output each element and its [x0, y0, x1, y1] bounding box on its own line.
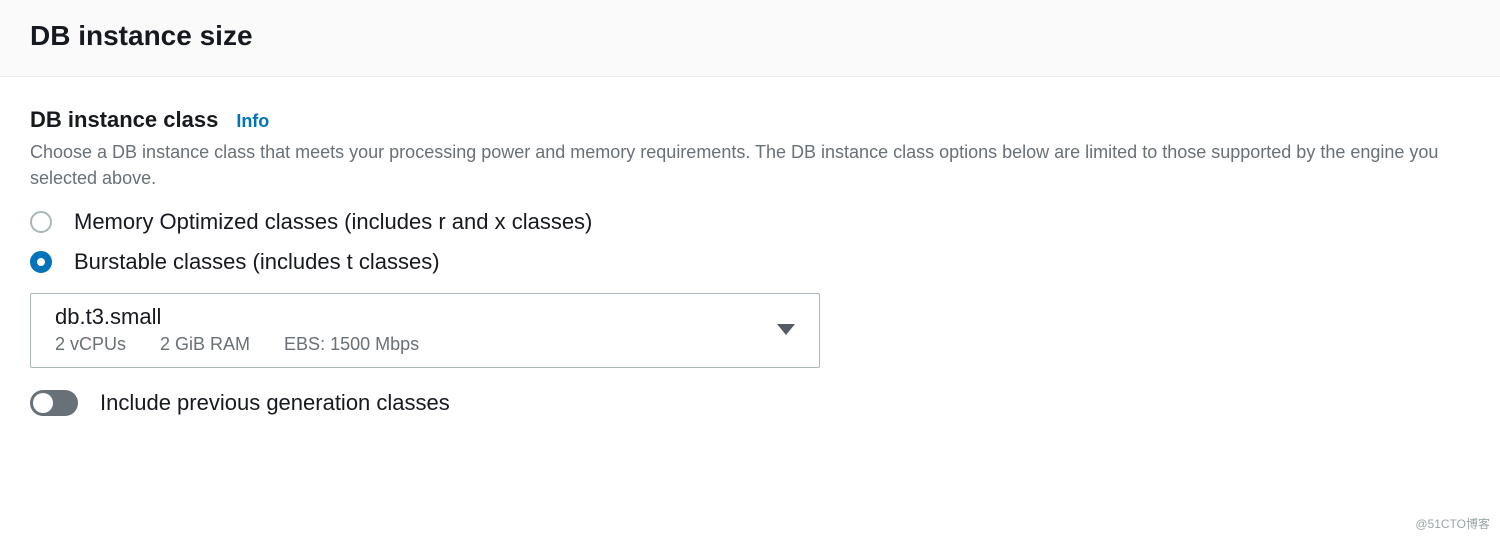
radio-icon-selected	[30, 251, 52, 273]
instance-class-label: DB instance class	[30, 107, 218, 133]
radio-label-burstable: Burstable classes (includes t classes)	[74, 249, 440, 275]
radio-label-memory-optimized: Memory Optimized classes (includes r and…	[74, 209, 592, 235]
previous-gen-toggle[interactable]	[30, 390, 78, 416]
toggle-knob-icon	[33, 393, 53, 413]
radio-icon	[30, 211, 52, 233]
instance-class-description: Choose a DB instance class that meets yo…	[30, 139, 1450, 191]
caret-down-icon	[777, 324, 795, 335]
panel-body: DB instance class Info Choose a DB insta…	[0, 77, 1500, 446]
select-vcpus: 2 vCPUs	[55, 334, 126, 355]
panel-header: DB instance size	[0, 0, 1500, 77]
select-value: db.t3.small	[55, 304, 419, 330]
info-link[interactable]: Info	[236, 111, 269, 132]
select-content: db.t3.small 2 vCPUs 2 GiB RAM EBS: 1500 …	[55, 304, 419, 355]
radio-memory-optimized[interactable]: Memory Optimized classes (includes r and…	[30, 209, 1470, 235]
select-details: 2 vCPUs 2 GiB RAM EBS: 1500 Mbps	[55, 334, 419, 355]
instance-class-label-row: DB instance class Info	[30, 107, 1470, 133]
panel-title: DB instance size	[30, 20, 1470, 52]
select-ram: 2 GiB RAM	[160, 334, 250, 355]
previous-gen-toggle-row: Include previous generation classes	[30, 390, 1470, 416]
radio-burstable[interactable]: Burstable classes (includes t classes)	[30, 249, 1470, 275]
watermark: @51CTO博客	[1415, 515, 1490, 532]
select-ebs: EBS: 1500 Mbps	[284, 334, 419, 355]
previous-gen-toggle-label: Include previous generation classes	[100, 390, 450, 416]
instance-class-select[interactable]: db.t3.small 2 vCPUs 2 GiB RAM EBS: 1500 …	[30, 293, 820, 368]
